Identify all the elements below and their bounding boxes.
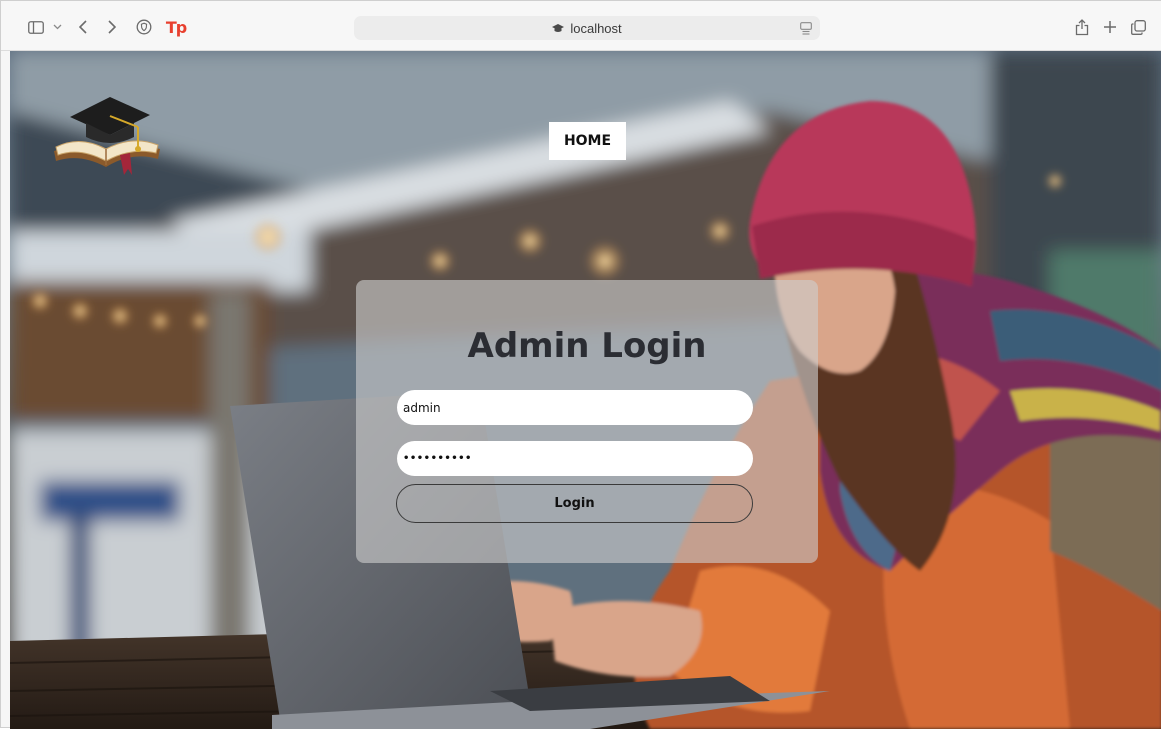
tp-extension-label: Tp [165, 17, 187, 37]
back-icon[interactable] [76, 16, 90, 38]
browser-window: Tp localhost HOME Admin Login admin ••••… [0, 0, 1161, 729]
shield-icon[interactable] [135, 16, 153, 38]
home-nav-button[interactable]: HOME [549, 122, 626, 160]
username-input[interactable]: admin [397, 390, 753, 425]
login-card: Admin Login admin •••••••••• Login [356, 280, 818, 563]
page-viewport: HOME Admin Login admin •••••••••• Login [10, 51, 1161, 729]
address-bar[interactable]: localhost [354, 16, 820, 40]
login-title: Admin Login [467, 326, 707, 366]
reader-icon[interactable] [800, 21, 812, 40]
browser-toolbar: Tp localhost [1, 1, 1161, 51]
login-button[interactable]: Login [396, 484, 753, 523]
sidebar-icon[interactable] [27, 16, 45, 38]
url-text: localhost [570, 20, 622, 36]
site-icon [552, 19, 565, 38]
password-input[interactable]: •••••••••• [397, 441, 753, 476]
tabs-overview-icon[interactable] [1130, 16, 1146, 38]
share-icon[interactable] [1074, 16, 1090, 38]
forward-icon[interactable] [105, 16, 119, 38]
site-logo-icon[interactable] [50, 89, 162, 179]
tp-extension-icon[interactable]: Tp [165, 16, 187, 38]
new-tab-icon[interactable] [1102, 16, 1118, 38]
chevron-down-icon[interactable] [51, 16, 63, 38]
